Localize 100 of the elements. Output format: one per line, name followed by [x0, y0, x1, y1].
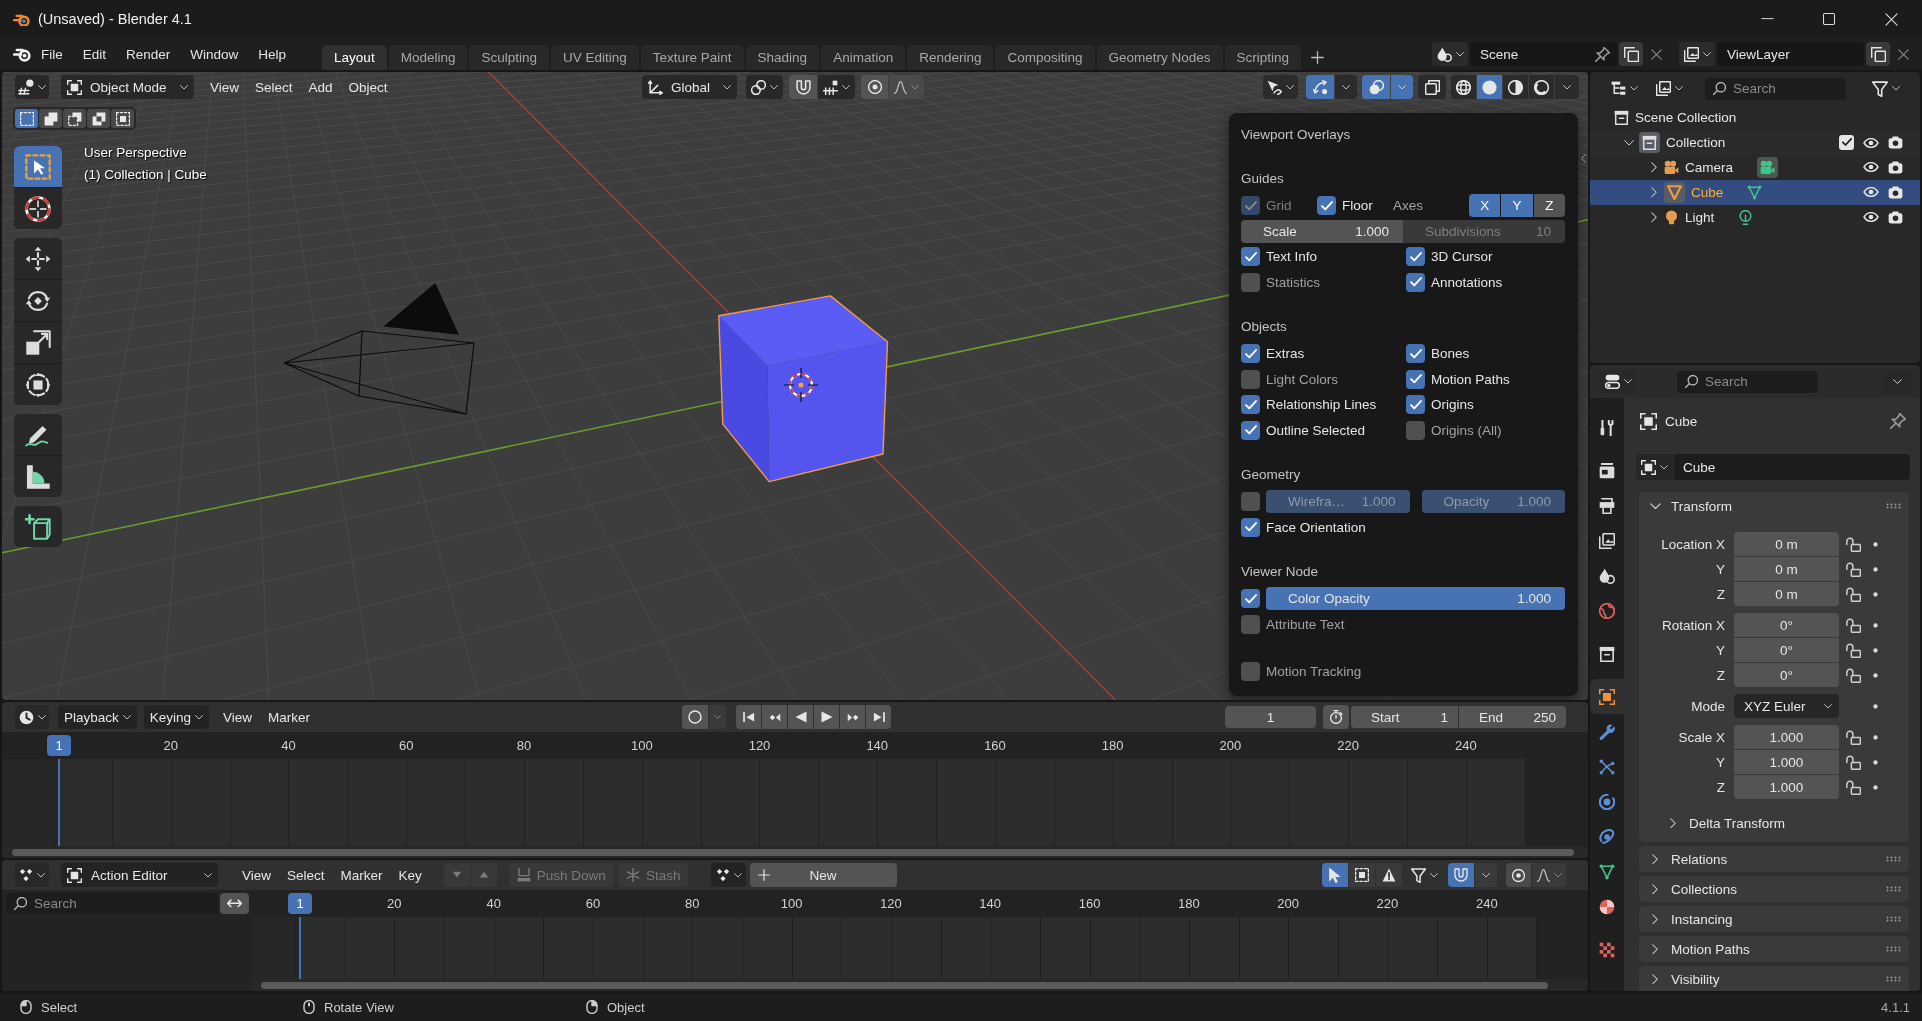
checkbox[interactable] [1241, 344, 1260, 364]
view-layer-field[interactable]: ViewLayer [1717, 42, 1864, 66]
editor-type-button[interactable] [15, 863, 49, 887]
gizmo-toggle[interactable] [1306, 75, 1334, 99]
number-field[interactable]: 1.000 [1734, 750, 1839, 774]
select-mode-button[interactable] [63, 109, 86, 128]
tool-button[interactable] [14, 456, 62, 497]
tool-button[interactable] [14, 322, 62, 363]
checkbox[interactable] [1241, 272, 1260, 292]
number-field[interactable]: 0° [1734, 663, 1839, 687]
number-field[interactable]: Start 1 [1351, 706, 1458, 728]
mode-dropdown[interactable]: Object Mode [61, 75, 194, 99]
swap-button[interactable] [220, 893, 249, 914]
only-errors-toggle[interactable] [1376, 863, 1402, 887]
jump-to-start-button[interactable] [736, 705, 761, 729]
editor-type-button[interactable] [15, 705, 49, 729]
data-browse-button[interactable] [1636, 454, 1673, 480]
copy-button[interactable] [1866, 42, 1890, 66]
menu-item[interactable]: Key [390, 863, 430, 887]
checkbox[interactable] [1317, 196, 1336, 216]
copy-button[interactable] [1619, 42, 1643, 66]
current-frame-badge[interactable]: 1 [288, 893, 312, 914]
menu-item[interactable]: Marker [332, 863, 391, 887]
number-field[interactable]: 0 m [1734, 557, 1839, 581]
jump-to-end-button[interactable] [866, 705, 891, 729]
editor-type-button[interactable] [15, 75, 49, 99]
new-action-button[interactable]: New [750, 863, 898, 887]
workspace-tab[interactable]: Compositing [995, 45, 1095, 70]
axis-toggle[interactable]: X [1469, 194, 1501, 218]
workspace-tab[interactable]: Geometry Nodes [1096, 45, 1223, 70]
falloff-button[interactable] [889, 75, 924, 99]
play-reverse-button[interactable] [788, 705, 813, 729]
dropdown-field[interactable]: XYZ Euler [1734, 694, 1839, 718]
auto-keying-toggle[interactable] [682, 705, 708, 729]
checkbox[interactable] [1406, 420, 1425, 440]
checkbox[interactable] [1241, 492, 1260, 512]
checkbox[interactable] [1406, 344, 1425, 364]
checkbox[interactable] [1241, 420, 1260, 440]
proportional-editing-toggle[interactable] [861, 75, 888, 99]
workspace-tab[interactable]: Modeling [388, 45, 468, 70]
workspace-tab[interactable]: Rendering [907, 45, 994, 70]
checkbox[interactable] [1241, 614, 1260, 634]
horizontal-scrollbar[interactable] [12, 848, 1574, 856]
menu-dropdown[interactable]: Keying [143, 705, 210, 729]
outliner-item[interactable]: Cube [1590, 180, 1920, 205]
shading-mode-button[interactable] [1529, 75, 1554, 99]
search-field[interactable]: Search [1705, 77, 1846, 100]
workspace-tab[interactable]: Texture Paint [640, 45, 744, 70]
number-field[interactable]: 1.000 [1734, 725, 1839, 749]
select-mode-button[interactable] [87, 109, 110, 128]
checkbox[interactable] [1406, 247, 1425, 267]
menu-item[interactable]: Select [279, 863, 333, 887]
tool-button[interactable] [14, 238, 62, 279]
workspace-tab[interactable]: Scripting [1224, 45, 1302, 70]
scene-field[interactable]: Scene [1470, 42, 1617, 66]
overlay-toggle[interactable] [1362, 75, 1390, 99]
checkbox[interactable] [1406, 369, 1425, 389]
checkbox[interactable] [1839, 135, 1854, 150]
number-field[interactable]: 0 m [1734, 582, 1839, 606]
pivot-point-button[interactable] [746, 75, 783, 99]
menu-item[interactable]: Render [116, 46, 181, 62]
checkbox[interactable] [1241, 517, 1260, 537]
shading-mode-button[interactable] [1503, 75, 1528, 99]
menu-item[interactable]: View [234, 863, 280, 887]
checkbox[interactable] [1241, 369, 1260, 389]
workspace-tab[interactable]: Animation [821, 45, 906, 70]
view-layer-browse-button[interactable] [1679, 42, 1715, 66]
workspace-tab[interactable]: UV Editing [551, 45, 639, 70]
stopwatch-button[interactable] [1323, 705, 1349, 729]
snap-target-button[interactable] [818, 75, 855, 99]
menu-item[interactable]: Window [180, 46, 249, 62]
menu-item[interactable]: Select [247, 75, 301, 99]
tool-button[interactable] [14, 188, 62, 229]
current-frame-badge[interactable]: 1 [47, 735, 71, 756]
number-field[interactable]: 0° [1734, 613, 1839, 637]
xray-toggle[interactable] [1418, 75, 1446, 99]
checkbox[interactable] [1241, 247, 1260, 267]
checkbox[interactable] [1406, 272, 1425, 292]
tool-button[interactable] [14, 414, 62, 455]
proportional-editing-toggle[interactable] [1506, 863, 1531, 887]
tool-button[interactable] [14, 506, 62, 547]
workspace-tab[interactable]: Shading [745, 45, 820, 70]
play-button[interactable] [814, 705, 839, 729]
number-field[interactable]: 1 [1225, 706, 1316, 728]
scene-browse-button[interactable] [1432, 42, 1468, 66]
search-field[interactable]: Search [6, 893, 218, 914]
workspace-tab[interactable]: Layout [322, 45, 387, 70]
tool-button[interactable] [14, 364, 62, 405]
show-hidden-toggle[interactable] [1349, 863, 1375, 887]
select-mode-button[interactable] [15, 109, 38, 128]
number-field[interactable]: End 250 [1459, 706, 1566, 728]
number-field[interactable]: 0 m [1734, 532, 1839, 556]
checkbox[interactable] [1406, 395, 1425, 415]
search-field[interactable]: Search [1677, 370, 1818, 393]
only-selected-toggle[interactable] [1322, 863, 1348, 887]
axis-toggle[interactable]: Y [1501, 194, 1533, 218]
falloff-button[interactable] [1532, 863, 1566, 887]
shading-mode-button[interactable] [1451, 75, 1476, 99]
name-field[interactable]: Cube [1674, 454, 1910, 480]
checkbox[interactable] [1241, 395, 1260, 415]
